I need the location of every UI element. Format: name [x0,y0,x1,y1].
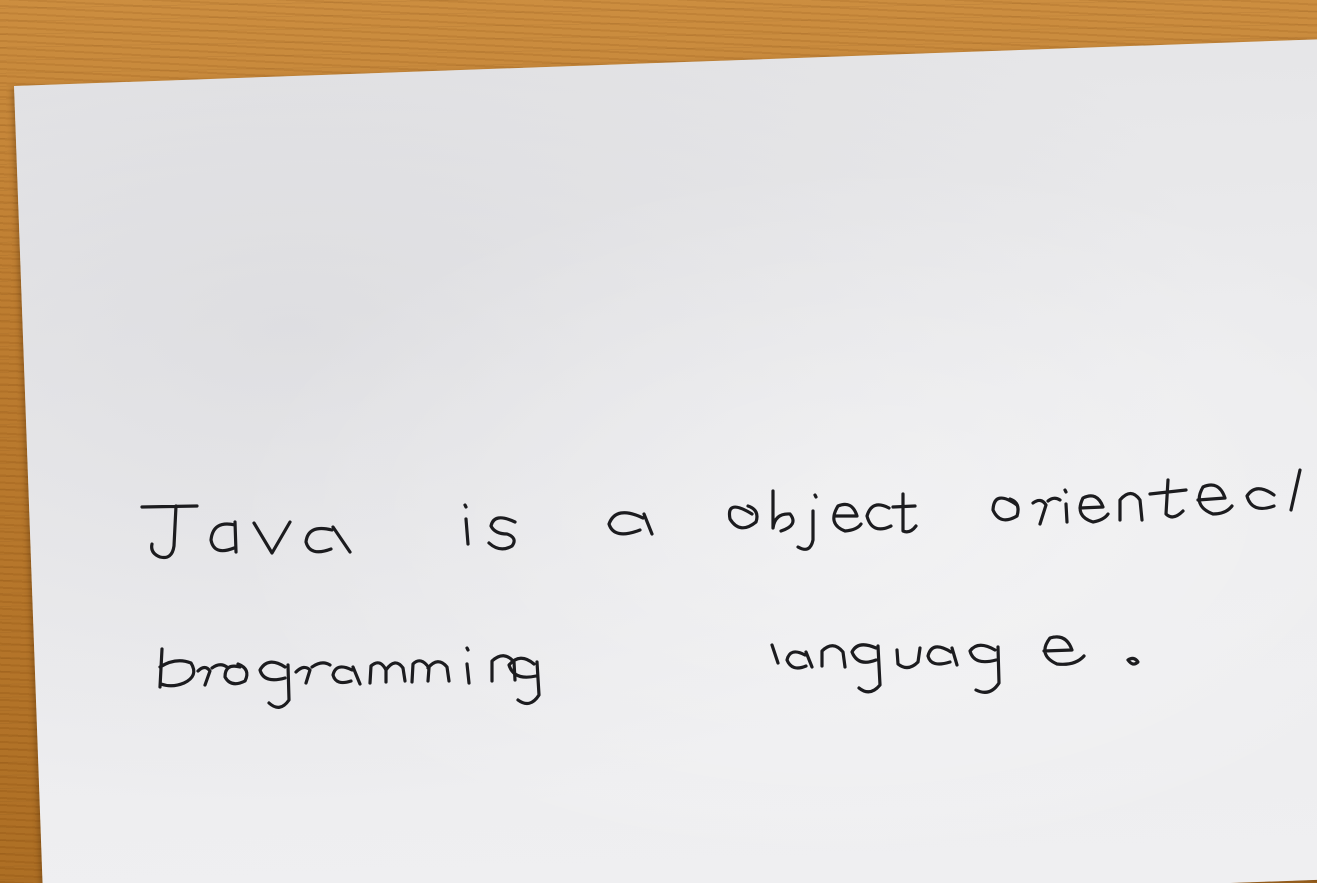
handwriting-line-2 [158,635,1140,709]
handwritten-note [140,468,1302,709]
handwriting-line-1 [140,468,1302,560]
photo-scene: Java is a object oriented programming la… [0,0,1317,883]
